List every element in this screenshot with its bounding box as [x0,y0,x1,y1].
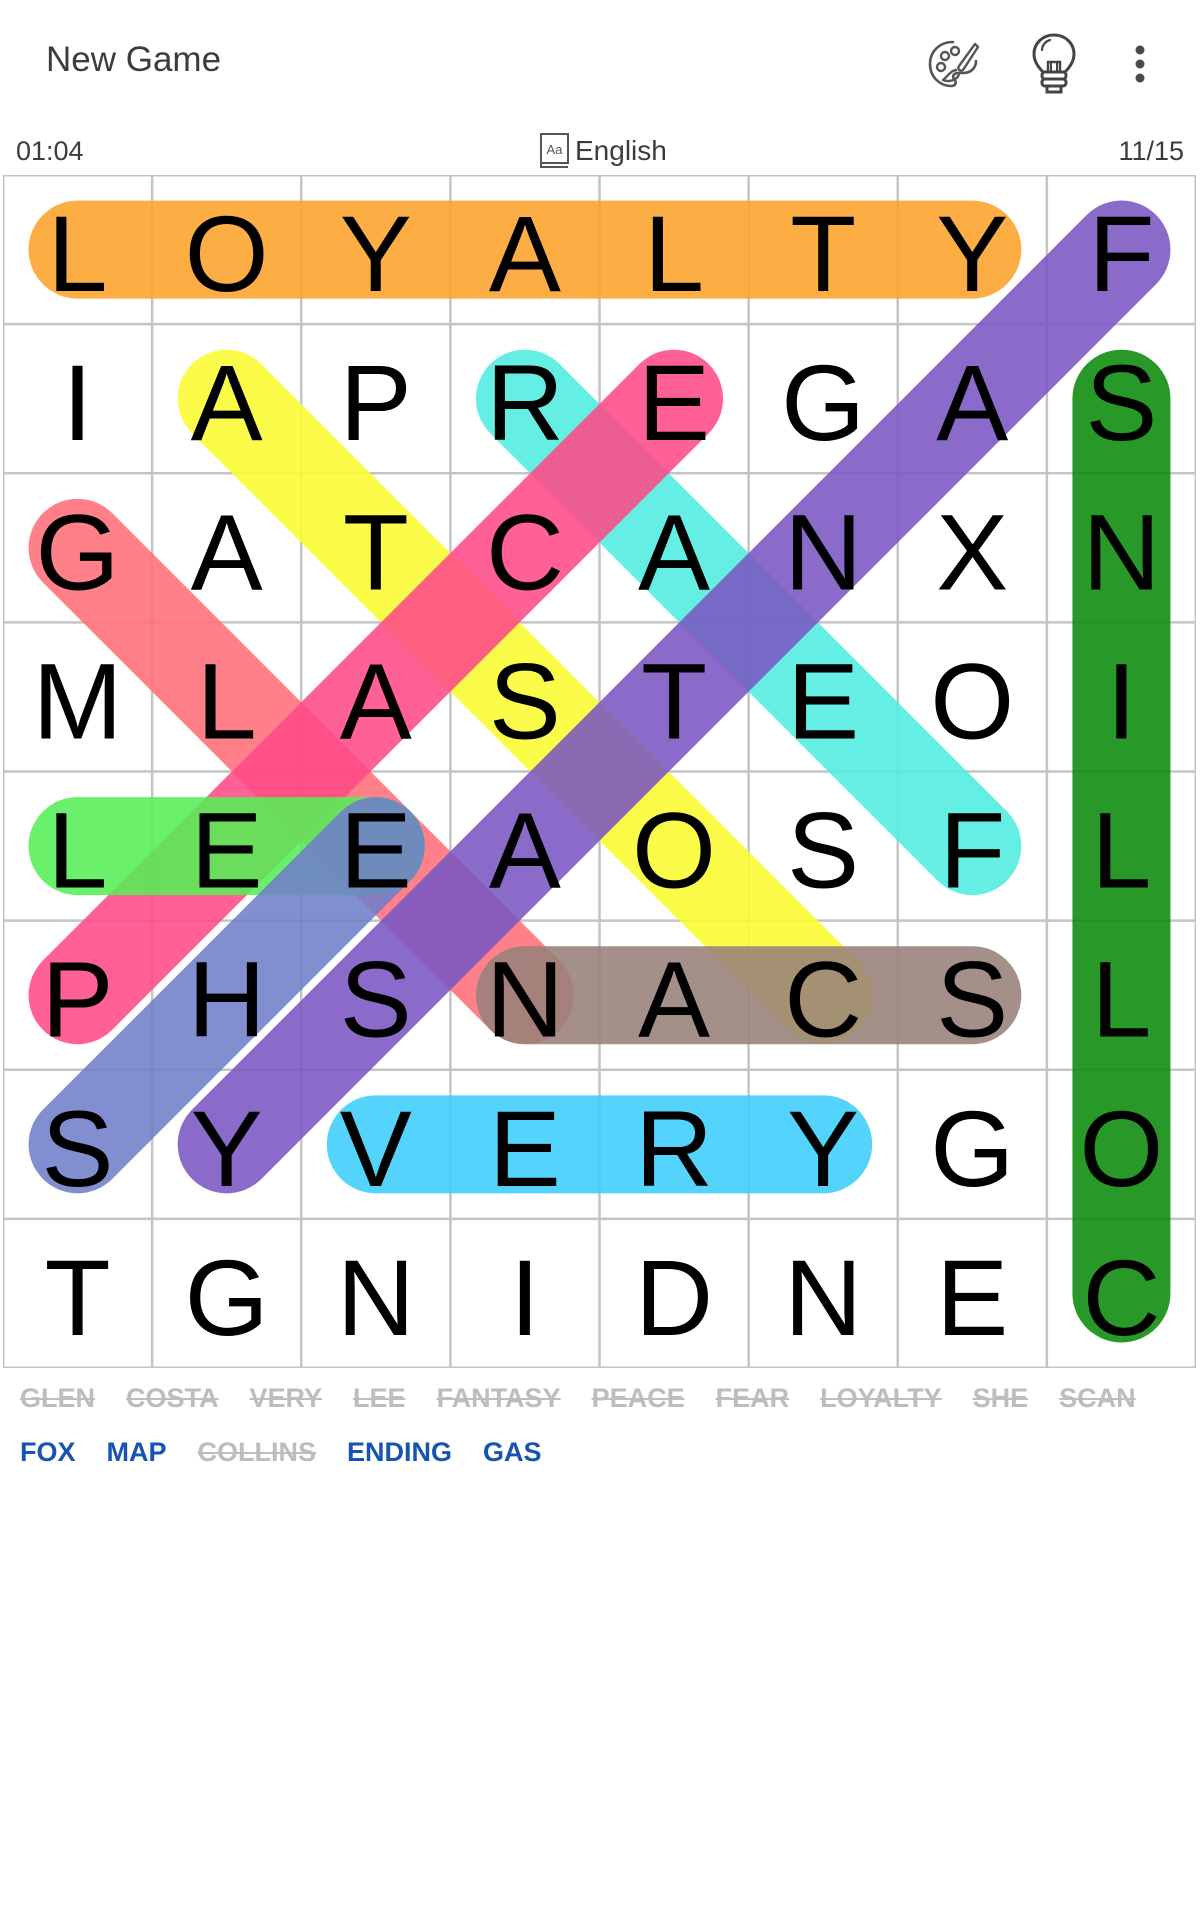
letter-cell[interactable]: C [784,939,862,1060]
letter-cell[interactable]: G [36,491,120,612]
letter-cell[interactable]: L [1091,790,1151,911]
letter-cell[interactable]: E [787,640,859,761]
letter-cell[interactable]: Y [340,193,412,314]
target-word-gas: GAS [483,1437,542,1467]
new-game-button[interactable]: New Game [46,40,221,80]
letter-cell[interactable]: A [638,491,710,612]
letter-cell[interactable]: E [638,342,710,463]
letter-cell[interactable]: N [784,491,862,612]
letter-cell[interactable]: S [1085,342,1157,463]
letter-cell[interactable]: R [486,342,564,463]
letter-cell[interactable]: T [790,193,856,314]
hint-button[interactable] [1020,30,1088,98]
lightbulb-hint-icon [1032,33,1076,94]
letter-cell[interactable]: E [936,1237,1008,1358]
letter-cell[interactable]: L [644,193,704,314]
letter-cell[interactable]: Y [936,193,1008,314]
svg-text:Aa: Aa [547,142,564,157]
timer: 01:04 [16,136,84,166]
letter-cell[interactable]: Y [787,1088,859,1209]
letter-cell[interactable]: L [197,640,257,761]
letter-cell[interactable]: E [340,790,412,911]
letter-cell[interactable]: M [33,640,123,761]
letter-cell[interactable]: A [638,939,710,1060]
target-word-scan: SCAN [1059,1383,1136,1413]
letter-cell[interactable]: X [936,491,1008,612]
letter-cell[interactable]: I [63,342,93,463]
target-word-map: MAP [106,1437,167,1467]
letter-cell[interactable]: S [936,939,1008,1060]
board-canvas[interactable]: L O Y A L T Y FI A P R E G A SG A T C A N X NM L A S T E O IL E E A O S F L… [3,175,1196,1368]
letter-cell[interactable]: E [191,790,263,911]
dictionary-icon: Aa [540,133,569,168]
letter-cell[interactable]: O [185,193,269,314]
target-word-fox: FOX [20,1437,76,1467]
letter-cell[interactable]: A [489,193,561,314]
app-bar: New Game [0,0,1200,130]
letter-cell[interactable]: L [48,790,108,911]
target-word-costa: COSTA [126,1383,219,1413]
more-options-button[interactable] [1106,30,1174,98]
letter-cell[interactable]: O [1079,1088,1163,1209]
letter-cell[interactable]: F [1088,193,1154,314]
letter-cell[interactable]: R [635,1088,713,1209]
letter-cell[interactable]: S [489,640,561,761]
letter-cell[interactable]: I [1106,640,1136,761]
target-word-she: SHE [972,1383,1029,1413]
letter-cell[interactable]: I [510,1237,540,1358]
word-search-board[interactable]: LOYALTYFIAPREGASGATCANXNMLASTEOILEEAOSFL… [3,175,1196,1368]
more-vert-icon [1135,45,1145,83]
letter-cell[interactable]: V [340,1088,412,1209]
letter-cell[interactable]: A [340,640,412,761]
letter-cell[interactable]: Y [191,1088,263,1209]
letter-cell[interactable]: N [1082,491,1160,612]
letter-cell[interactable]: L [48,193,108,314]
target-word-peace: PEACE [591,1383,685,1413]
letter-cell[interactable]: S [787,790,859,911]
letter-cell[interactable]: C [1082,1237,1160,1358]
letter-cell[interactable]: T [343,491,409,612]
letter-cell[interactable]: A [191,342,263,463]
letter-cell[interactable]: S [42,1088,114,1209]
letter-cell[interactable]: O [930,640,1014,761]
target-word-fantasy: FANTASY [436,1383,561,1413]
target-word-loyalty: LOYALTY [820,1383,942,1413]
letter-cell[interactable]: L [1091,939,1151,1060]
letter-cell[interactable]: N [486,939,564,1060]
target-word-very: VERY [249,1383,323,1413]
target-word-glen: GLEN [20,1383,96,1413]
letter-cell[interactable]: H [188,939,266,1060]
target-word-lee: LEE [353,1383,406,1413]
letter-cell[interactable]: G [781,342,865,463]
letter-cell[interactable]: E [489,1088,561,1209]
theme-button[interactable] [919,30,987,98]
letter-cell[interactable]: A [191,491,263,612]
letter-cell[interactable]: N [784,1237,862,1358]
found-count: 11/15 [1118,136,1184,166]
letter-cell[interactable]: C [486,491,564,612]
letter-cell[interactable]: A [936,342,1008,463]
letter-cell[interactable]: A [489,790,561,911]
letter-cell[interactable]: S [340,939,412,1060]
target-word-ending: ENDING [347,1437,453,1467]
letter-cell[interactable]: P [42,939,114,1060]
palette-icon [928,40,980,88]
letter-cell[interactable]: T [45,1237,111,1358]
target-word-fear: FEAR [715,1383,790,1413]
status-bar: 01:04 Aa English 11/15 [0,132,1200,172]
letter-cell[interactable]: P [340,342,412,463]
letter-cell[interactable]: F [939,790,1005,911]
target-word-collins: COLLINS [197,1437,317,1467]
word-list: GLEN COSTA VERY LEE FANTASY PEACE FEAR LOYALTY S… [20,1380,1190,1470]
letter-cell[interactable]: N [337,1237,415,1358]
letter-cell[interactable]: T [641,640,707,761]
letter-cell[interactable]: G [930,1088,1014,1209]
letter-cell[interactable]: O [632,790,716,911]
letter-cell[interactable]: G [185,1237,269,1358]
language-label: English [575,135,667,166]
language-selector[interactable]: Aa English [539,132,667,170]
letter-cell[interactable]: D [635,1237,713,1358]
